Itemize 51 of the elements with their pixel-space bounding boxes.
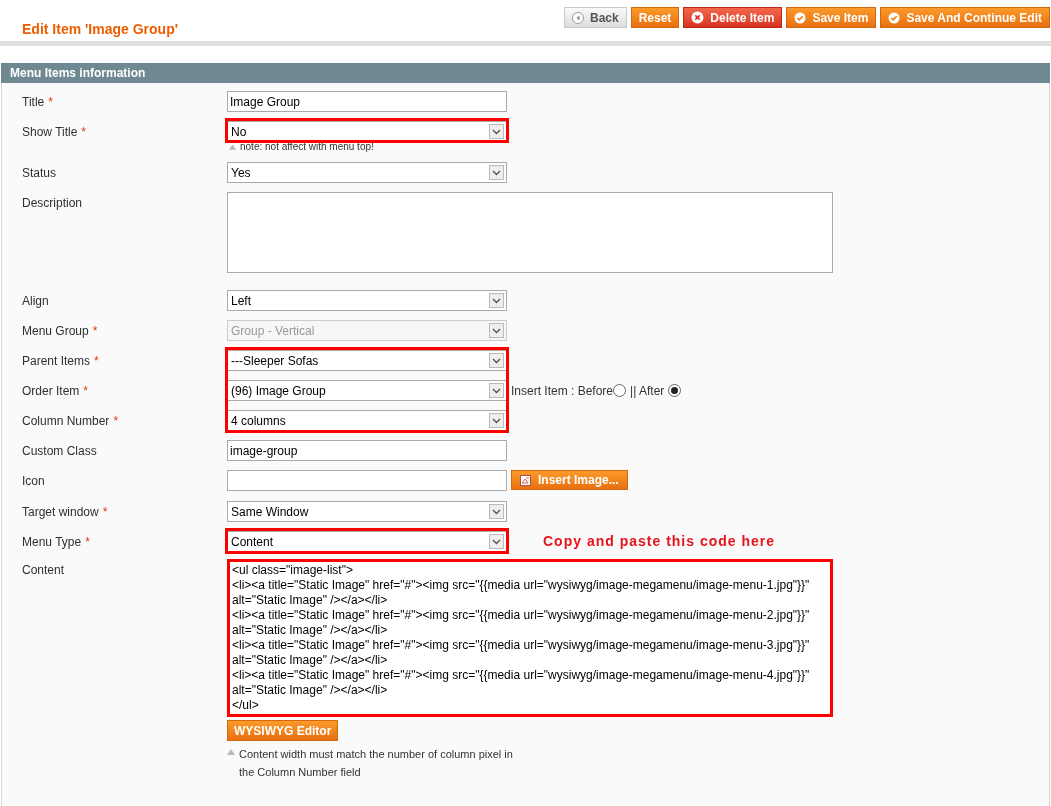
required-mark: * — [81, 125, 87, 139]
required-mark: * — [85, 535, 90, 549]
field-label: Content — [22, 562, 66, 579]
field-label: Status — [22, 165, 58, 182]
field-label: Align — [22, 293, 50, 310]
text-field[interactable] — [227, 470, 507, 491]
page-title: Edit Item 'Image Group' — [22, 20, 178, 39]
field-label: Title * — [22, 94, 54, 111]
radio-button[interactable] — [668, 384, 682, 397]
section-header: Menu Items information — [1, 63, 1050, 83]
note-triangle-icon — [229, 143, 236, 150]
required-mark: * — [113, 414, 119, 428]
select-field[interactable]: Yes — [227, 162, 507, 183]
required-mark: * — [102, 505, 108, 519]
check-circle-icon — [794, 11, 807, 24]
select-field[interactable]: Same Window — [227, 501, 507, 522]
required-mark: * — [48, 95, 53, 109]
field-label: Menu Group * — [22, 323, 99, 340]
field-label: Custom Class — [22, 443, 98, 460]
field-label: Order Item * — [22, 383, 90, 400]
select-field[interactable]: ---Sleeper Sofas — [227, 350, 507, 371]
back-button[interactable]: Back — [564, 7, 627, 28]
check-circle-icon — [888, 11, 901, 24]
field-label: Show Title * — [22, 124, 88, 141]
required-mark: * — [83, 384, 89, 398]
note-triangle-icon — [227, 749, 235, 755]
text-field[interactable]: Image Group — [227, 91, 507, 112]
close-circle-icon — [691, 11, 705, 24]
select-field[interactable]: Left — [227, 290, 507, 311]
insert-item-label: || After — [630, 382, 665, 400]
image-icon — [520, 474, 531, 486]
field-label: Target window * — [22, 504, 109, 521]
delete-button[interactable]: Delete Item — [683, 7, 783, 28]
instruction-annotation: Copy and paste this code here — [543, 532, 776, 551]
insert-item-label: Insert Item : Before — [511, 382, 614, 400]
field-note: Content width must match the number of column pixel in the Column Number field — [239, 747, 514, 780]
text-field[interactable]: image-group — [227, 440, 507, 461]
select-field[interactable]: (96) Image Group — [227, 380, 507, 401]
select-field[interactable]: Content — [227, 531, 507, 552]
field-label: Parent Items * — [22, 353, 100, 370]
select-field[interactable]: No — [227, 121, 507, 142]
required-mark: * — [92, 324, 98, 338]
field-note: note: not affect with menu top! — [240, 140, 374, 154]
field-label: Menu Type * — [22, 534, 91, 551]
select-field[interactable]: 4 columns — [227, 410, 507, 431]
required-mark: * — [94, 354, 99, 368]
radio-button[interactable] — [613, 384, 627, 397]
field-label: Column Number * — [22, 413, 120, 430]
field-label: Description — [22, 195, 84, 212]
field-label: Icon — [22, 473, 46, 490]
code-text-area[interactable]: <ul class="image-list"> <li><a title="Static Image" href="#"><img src="{{media url="wysiwyg/image-megamenu/image-menu-1.jpg"}}" alt="Static Image" /></a></li> <li><a title="Static Image" href="#"><img src="{{media url="wysiwyg/image-megamenu/image-menu-2.jpg"}}" alt="Static Image" /></a></li> <li><a title="Static Image" href="#"><img src="{{media url="wysiwyg/image-megamenu/image-menu-3.jpg"}}" alt="Static Image" /></a></li> <li><a title="Static Image" href="#"><img src="{{media url="wysiwyg/image-megamenu/image-menu-4.jpg"}}" alt="Static Image" /></a></li> </ul> — [227, 559, 833, 717]
